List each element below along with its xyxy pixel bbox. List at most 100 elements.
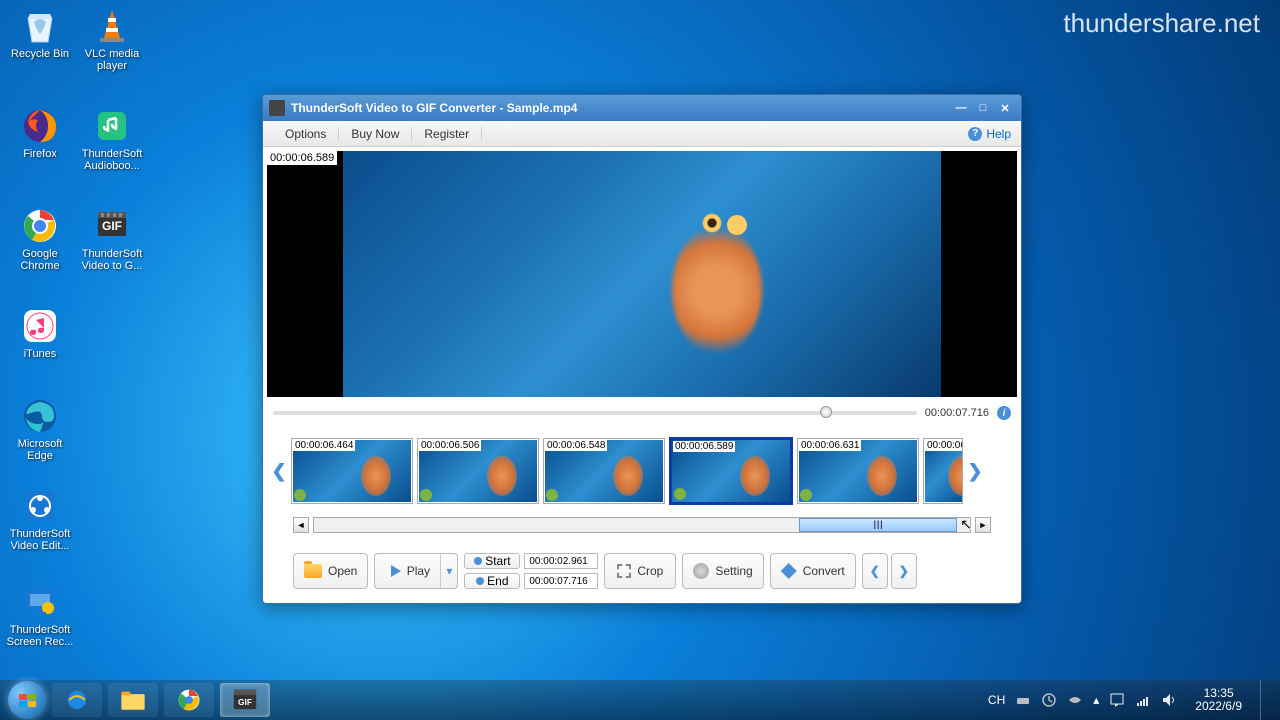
thumbnail-frame[interactable]: 00:00:06.464 (291, 438, 413, 504)
svg-text:GIF: GIF (238, 697, 252, 707)
start-button[interactable] (8, 681, 46, 719)
thumbnail-frame[interactable]: 00:00:06.506 (417, 438, 539, 504)
taskbar-clock[interactable]: 13:35 2022/6/9 (1195, 687, 1242, 713)
menu-options[interactable]: Options (273, 127, 339, 141)
icon-label: Recycle Bin (6, 48, 74, 60)
crop-button[interactable]: Crop (604, 553, 676, 589)
playback-slider-row: 00:00:07.716 i (263, 401, 1021, 425)
convert-icon (781, 563, 797, 579)
menu-help[interactable]: ? Help (968, 127, 1011, 141)
info-icon[interactable]: i (997, 406, 1011, 420)
video-to-gif-icon: GIF (92, 206, 132, 246)
thumbnail-frame[interactable]: 00:00:06.0 (923, 438, 963, 504)
window-title: ThunderSoft Video to GIF Converter - Sam… (291, 101, 949, 115)
thumb-marker-icon (674, 488, 686, 500)
horizontal-scrollbar: ◄ III ↖ ► (263, 513, 1021, 537)
scroll-thumb[interactable]: III (799, 518, 956, 532)
language-indicator[interactable]: CH (988, 693, 1005, 707)
convert-button[interactable]: Convert (770, 553, 856, 589)
chevron-down-icon: ▾ (446, 564, 452, 578)
watermark-text: thundershare.net (1063, 8, 1260, 39)
start-time-button[interactable]: Start (464, 553, 520, 569)
thumbnail-strip: ❮ 00:00:06.464 00:00:06.506 00:00:06.548… (263, 433, 1021, 509)
nav-next-button[interactable]: ❯ (891, 553, 917, 589)
menubar: Options Buy Now Register ? Help (263, 121, 1021, 147)
end-time-button[interactable]: End (464, 573, 520, 589)
setting-label: Setting (715, 564, 752, 578)
volume-icon[interactable] (1161, 692, 1177, 708)
desktop-icon-thundersoft-editor[interactable]: ThunderSoft Video Edit... (6, 486, 74, 552)
action-center-icon[interactable] (1109, 692, 1125, 708)
thumbnail-frame[interactable]: 00:00:06.548 (543, 438, 665, 504)
playback-slider[interactable] (273, 411, 917, 415)
slider-thumb[interactable] (820, 406, 832, 418)
tray-icon[interactable] (1015, 692, 1031, 708)
taskbar-ie[interactable] (52, 683, 102, 717)
open-button[interactable]: Open (293, 553, 368, 589)
icon-label: ThunderSoft Video Edit... (6, 528, 74, 552)
play-button[interactable]: Play (374, 553, 446, 589)
desktop-icon-recycle-bin[interactable]: Recycle Bin (6, 6, 74, 60)
desktop-icon-firefox[interactable]: Firefox (6, 106, 74, 160)
gif-app-icon: GIF (231, 688, 259, 712)
scroll-left-button[interactable]: ◄ (293, 517, 309, 533)
end-time-value[interactable]: 00:00:07.716 (524, 573, 598, 589)
tray-chevron-up-icon[interactable]: ▴ (1093, 693, 1099, 707)
play-dropdown-button[interactable]: ▾ (440, 553, 458, 589)
app-icon (269, 100, 285, 116)
video-editor-icon (20, 486, 60, 526)
icon-label: Google Chrome (6, 248, 74, 272)
taskbar-chrome[interactable] (164, 683, 214, 717)
thumb-marker-icon (420, 489, 432, 501)
taskbar-explorer[interactable] (108, 683, 158, 717)
desktop-icon-itunes[interactable]: iTunes (6, 306, 74, 360)
folder-icon (304, 564, 322, 578)
maximize-button[interactable]: □ (973, 100, 993, 116)
taskbar-gif-converter[interactable]: GIF (220, 683, 270, 717)
scroll-track[interactable]: III ↖ (313, 517, 971, 533)
menu-buy-now[interactable]: Buy Now (339, 127, 412, 141)
show-desktop-button[interactable] (1260, 680, 1272, 720)
scroll-right-button[interactable]: ► (975, 517, 991, 533)
video-preview[interactable]: 00:00:06.589 (267, 151, 1017, 397)
dot-icon (474, 557, 482, 565)
desktop-icon-chrome[interactable]: Google Chrome (6, 206, 74, 272)
thumbnail-frame[interactable]: 00:00:06.631 (797, 438, 919, 504)
setting-button[interactable]: Setting (682, 553, 763, 589)
desktop-icon-thundersoft-gif[interactable]: GIF ThunderSoft Video to G... (78, 206, 146, 272)
desktop-icon-edge[interactable]: Microsoft Edge (6, 396, 74, 462)
chrome-icon (176, 687, 202, 713)
desktop-icon-thundersoft-audiobook[interactable]: ThunderSoft Audioboo... (78, 106, 146, 172)
ie-icon (64, 687, 90, 713)
icon-label: Microsoft Edge (6, 438, 74, 462)
icon-label: ThunderSoft Screen Rec... (6, 624, 74, 648)
thumbnail-frame-selected[interactable]: 00:00:06.589 (669, 437, 793, 505)
strip-next-button[interactable]: ❯ (967, 451, 983, 491)
close-button[interactable]: ✕ (995, 100, 1015, 116)
menu-register[interactable]: Register (412, 127, 482, 141)
thumb-timestamp: 00:00:06.589 (673, 441, 735, 452)
play-label: Play (407, 564, 430, 578)
edge-icon (20, 396, 60, 436)
thumb-timestamp: 00:00:06.506 (419, 440, 481, 451)
desktop-icon-thundersoft-screenrec[interactable]: ThunderSoft Screen Rec... (6, 582, 74, 648)
tray-icon[interactable] (1041, 692, 1057, 708)
minimize-button[interactable]: — (951, 100, 971, 116)
toolbar: Open Play ▾ Start 00:00:02.961 End 00:00… (263, 543, 1021, 599)
thumb-timestamp: 00:00:06.548 (545, 440, 607, 451)
system-tray: CH ▴ 13:35 2022/6/9 (988, 680, 1272, 720)
strip-prev-button[interactable]: ❮ (271, 451, 287, 491)
titlebar[interactable]: ThunderSoft Video to GIF Converter - Sam… (263, 95, 1021, 121)
start-time-value[interactable]: 00:00:02.961 (524, 553, 598, 569)
clock-date: 2022/6/9 (1195, 700, 1242, 713)
desktop-icon-vlc[interactable]: VLC media player (78, 6, 146, 72)
time-range-group: Start 00:00:02.961 End 00:00:07.716 (464, 553, 598, 589)
network-icon[interactable] (1135, 692, 1151, 708)
crop-icon (617, 564, 631, 578)
tray-icon[interactable] (1067, 692, 1083, 708)
nav-prev-button[interactable]: ❮ (862, 553, 888, 589)
thumb-timestamp: 00:00:06.464 (293, 440, 355, 451)
windows-logo-icon (19, 694, 36, 707)
screen-recorder-icon (20, 582, 60, 622)
audiobook-icon (92, 106, 132, 146)
